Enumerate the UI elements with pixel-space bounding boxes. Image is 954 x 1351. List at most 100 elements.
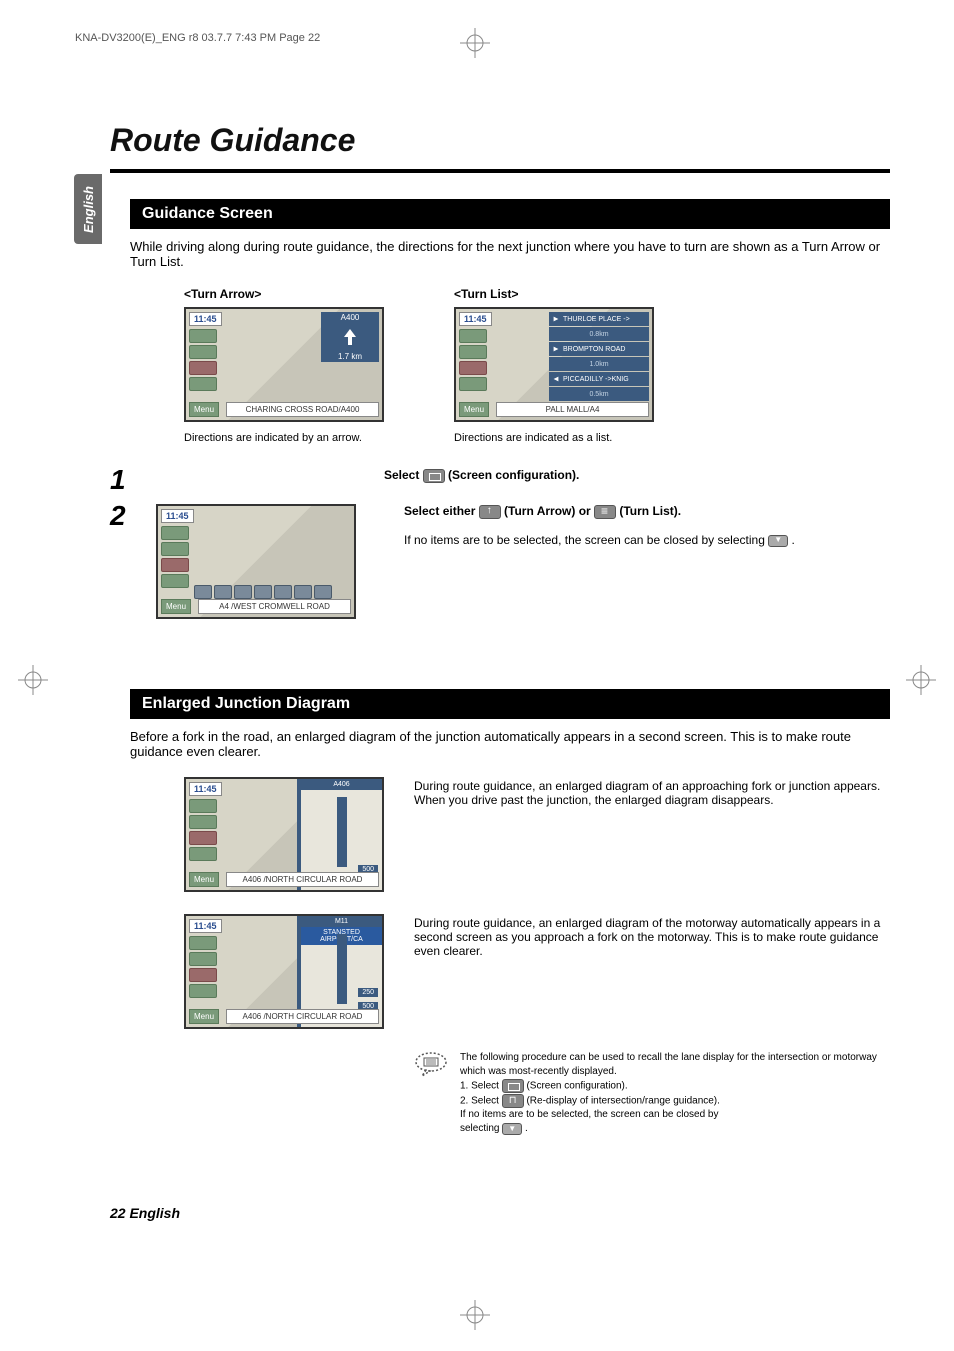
list-row-dist: 0.8km [549,327,649,341]
toolbar-button[interactable] [254,585,272,599]
left-arrow-icon [552,375,560,383]
list-distance: 0.5km [589,391,608,398]
close-arrow-icon[interactable] [502,1123,522,1135]
turn-arrow-column: <Turn Arrow> 11:45 A400 1.7 km Menu [184,287,384,444]
arrow-distance: 1.7 km [338,352,362,361]
list-road-name: THURLOE PLACE -> [563,316,630,323]
toolbar-button[interactable] [234,585,252,599]
list-row: PICCADILLY ->KNIG [549,372,649,386]
junction-screenshot-1: 11:45 A406 500 Menu A406 /NORTH CIRCULAR… [184,777,384,892]
screenshot-zoomout-button[interactable] [459,377,487,391]
screenshot-time: 11:45 [189,919,222,933]
turn-arrow-icon[interactable] [479,505,501,519]
screenshot-scale-button[interactable] [189,968,217,982]
list-row: THURLOE PLACE -> [549,312,649,326]
language-tab-text: English [81,186,96,233]
screenshot-compass-button[interactable] [189,936,217,950]
screenshot-left-panel [161,526,189,588]
toolbar-button[interactable] [214,585,232,599]
list-row: BROMPTON ROAD [549,342,649,356]
step-1-text: Select (Screen configuration). [384,468,579,483]
screenshot-scale-button[interactable] [189,831,217,845]
screenshot-road-name: A4 /WEST CROMWELL ROAD [198,599,351,614]
turn-arrow-panel: A400 1.7 km [321,312,379,362]
screenshot-menu-button[interactable]: Menu [459,402,489,417]
screenshot-zoomin-button[interactable] [189,345,217,359]
toolbar-button[interactable] [294,585,312,599]
crop-mark-top [460,28,490,63]
junction-row-1-text: During route guidance, an enlarged diagr… [414,777,890,892]
close-arrow-icon[interactable] [768,535,788,547]
note-line-3: 2. Select (Re-display of intersection/ra… [460,1094,890,1109]
junction-row-2-text: During route guidance, an enlarged diagr… [414,914,890,1029]
list-distance: 0.8km [589,331,608,338]
motorway-distance-b: 250 [358,988,378,997]
section-intro-guidance: While driving along during route guidanc… [130,239,890,269]
list-row-dist: 1.0km [549,357,649,371]
screen-config-icon[interactable] [423,469,445,483]
screenshot-menu-button[interactable]: Menu [189,1009,219,1024]
motorway-header-a: M11 [301,916,382,927]
crop-mark-icon [906,665,936,695]
screenshot-zoomin-button[interactable] [459,345,487,359]
screenshot-left-panel [189,936,217,998]
note-icon-wrap [414,1051,448,1136]
screenshot-menu-button[interactable]: Menu [161,599,191,614]
screenshot-toolbar [194,585,332,599]
junction-screenshot-2: 11:45 M11 STANSTED AIRPORT/CA 250 500 Me… [184,914,384,1029]
toolbar-button[interactable] [274,585,292,599]
screenshot-scale-button[interactable] [459,361,487,375]
section-heading-junction: Enlarged Junction Diagram [130,689,890,719]
step-2: 2 11:45 [110,500,890,619]
screenshot-road-name: A406 /NORTH CIRCULAR ROAD [226,872,379,887]
screenshot-time: 11:45 [161,509,194,523]
screenshot-zoomout-button[interactable] [189,984,217,998]
screenshot-road-name: CHARING CROSS ROAD/A400 [226,402,379,417]
motorway-route-line [337,934,347,1004]
step-number: 1 [110,464,156,496]
screenshot-left-panel [459,329,487,391]
screenshot-zoomin-button[interactable] [189,952,217,966]
turn-arrow-label: <Turn Arrow> [184,287,384,301]
note-text: The following procedure can be used to r… [460,1051,890,1136]
turn-list-icon[interactable] [594,505,616,519]
step-2-note: If no items are to be selected, the scre… [404,533,795,547]
screenshot-menu-button[interactable]: Menu [189,402,219,417]
note-line-4b: selecting . [460,1122,890,1136]
section-heading-guidance: Guidance Screen [130,199,890,229]
arrow-road-label: A400 [341,313,360,322]
list-row-dist: 0.5km [549,387,649,401]
step-number: 2 [110,500,156,619]
toolbar-button[interactable] [314,585,332,599]
up-arrow-icon [340,327,360,347]
junction-row-2: 11:45 M11 STANSTED AIRPORT/CA 250 500 Me… [184,914,890,1029]
screenshot-zoomin-button[interactable] [161,542,189,556]
screenshot-zoomout-button[interactable] [161,574,189,588]
note-bubble-icon [414,1051,448,1077]
screenshot-time: 11:45 [459,312,492,326]
screenshot-menu-button[interactable]: Menu [189,872,219,887]
junction-row-1: 11:45 A406 500 Menu A406 /NORTH CIRCULAR… [184,777,890,892]
screenshot-zoomout-button[interactable] [189,377,217,391]
toolbar-button[interactable] [194,585,212,599]
screenshot-compass-button[interactable] [189,329,217,343]
turn-list-label: <Turn List> [454,287,654,301]
screenshot-compass-button[interactable] [459,329,487,343]
screenshot-time: 11:45 [189,782,222,796]
screenshot-scale-button[interactable] [189,361,217,375]
screenshot-compass-button[interactable] [189,799,217,813]
title-underline [110,169,890,173]
junction-road-header: A406 [301,779,382,790]
screenshot-compass-button[interactable] [161,526,189,540]
redisplay-icon[interactable] [502,1094,524,1108]
list-road-name: PICCADILLY ->KNIG [563,376,629,383]
screenshot-zoomout-button[interactable] [189,847,217,861]
screen-config-icon[interactable] [502,1079,524,1093]
crop-mark-bottom [460,1300,490,1335]
turn-list-caption: Directions are indicated as a list. [454,432,654,444]
note-box: The following procedure can be used to r… [414,1051,890,1136]
screenshot-scale-button[interactable] [161,558,189,572]
note-line-2: 1. Select (Screen configuration). [460,1079,890,1094]
print-header: KNA-DV3200(E)_ENG r8 03.7.7 7:43 PM Page… [75,32,320,44]
screenshot-zoomin-button[interactable] [189,815,217,829]
